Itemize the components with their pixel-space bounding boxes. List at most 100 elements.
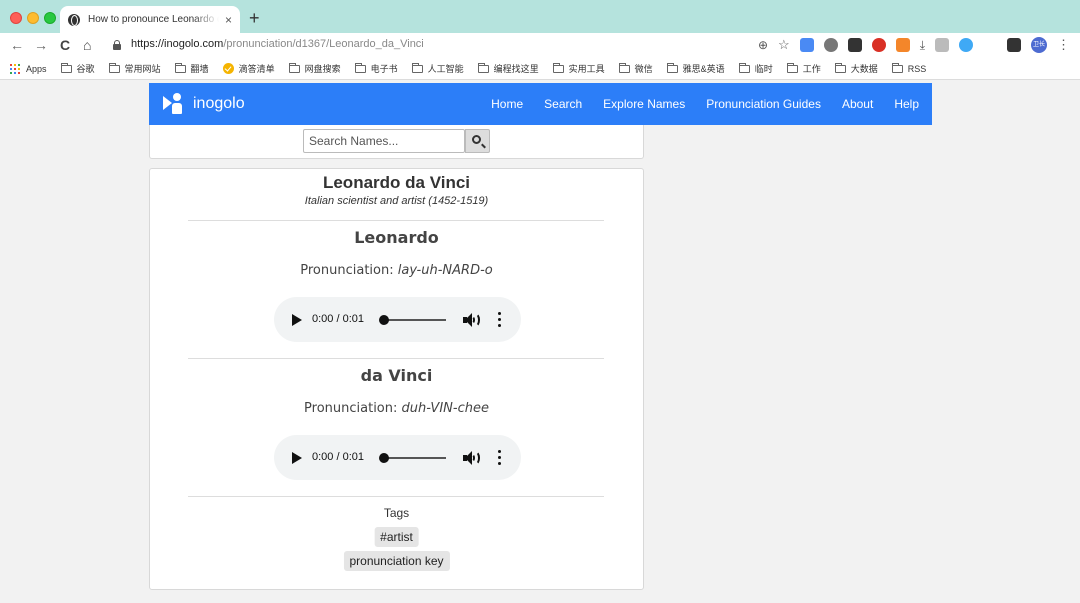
bookmark-apps[interactable]: Apps bbox=[10, 63, 47, 74]
search-button[interactable] bbox=[465, 129, 490, 153]
bookmark-label: 滴答清单 bbox=[238, 64, 275, 74]
nav-pronunciation-guides[interactable]: Pronunciation Guides bbox=[706, 97, 821, 111]
nav-home[interactable]: Home bbox=[491, 97, 523, 111]
pronunciation-card: Leonardo da Vinci Italian scientist and … bbox=[149, 168, 644, 590]
pronunciation-value: lay-uh-NARD-o bbox=[397, 263, 493, 278]
back-icon[interactable]: ← bbox=[10, 37, 24, 53]
folder-icon bbox=[738, 62, 750, 73]
home-icon[interactable]: ⌂ bbox=[83, 37, 91, 53]
url-text[interactable]: https://inogolo.com/pronunciation/d1367/… bbox=[131, 38, 424, 50]
blue-extension-icon[interactable] bbox=[959, 38, 973, 52]
folder-icon bbox=[834, 62, 846, 73]
bookmark-folder[interactable]: 微信 bbox=[618, 62, 653, 75]
bookmark-label: 实用工具 bbox=[568, 64, 605, 74]
browser-toolbar: ← → C ⌂ https://inogolo.com/pronunciatio… bbox=[0, 33, 1080, 58]
tag-artist[interactable]: #artist bbox=[374, 527, 419, 547]
bookmark-folder[interactable]: 常用网站 bbox=[108, 62, 161, 75]
profile-avatar[interactable]: 卫长 bbox=[1031, 37, 1047, 53]
folder-icon bbox=[411, 62, 423, 73]
bookmark-item[interactable]: 滴答清单 bbox=[222, 62, 275, 75]
check-circle-icon bbox=[222, 63, 234, 74]
nav-help[interactable]: Help bbox=[894, 97, 919, 111]
folder-icon bbox=[477, 62, 489, 73]
nav-explore-names[interactable]: Explore Names bbox=[603, 97, 685, 111]
bookmark-folder[interactable]: 谷歌 bbox=[60, 62, 95, 75]
zoom-icon[interactable]: ⊕ bbox=[758, 38, 768, 52]
more-options-icon[interactable] bbox=[498, 450, 502, 466]
nav-about[interactable]: About bbox=[842, 97, 873, 111]
bookmark-folder[interactable]: 人工智能 bbox=[411, 62, 464, 75]
tab-close-icon[interactable]: × bbox=[225, 13, 232, 27]
maximize-window-button[interactable] bbox=[44, 12, 56, 24]
tags-label: Tags bbox=[383, 506, 410, 520]
bookmark-folder[interactable]: 翻墙 bbox=[174, 62, 209, 75]
bookmark-folder[interactable]: 大数据 bbox=[834, 62, 878, 75]
bookmark-label: 工作 bbox=[802, 64, 821, 74]
audio-progress-thumb[interactable] bbox=[379, 453, 389, 463]
folder-icon bbox=[174, 62, 186, 73]
bookmark-label: 电子书 bbox=[370, 64, 398, 74]
person-name: Leonardo da Vinci bbox=[322, 173, 471, 192]
bookmark-label: RSS bbox=[907, 63, 927, 74]
address-bar[interactable]: https://inogolo.com/pronunciation/d1367/… bbox=[105, 35, 775, 56]
divider bbox=[188, 220, 604, 221]
bookmark-folder[interactable]: RSS bbox=[891, 62, 927, 74]
translate-extension-icon[interactable] bbox=[799, 38, 814, 52]
close-window-button[interactable] bbox=[10, 12, 22, 24]
bookmark-label: 人工智能 bbox=[427, 64, 464, 74]
pronunciation-text: Pronunciation: duh-VIN-chee bbox=[304, 401, 489, 416]
folder-icon bbox=[552, 62, 564, 73]
volume-icon[interactable] bbox=[463, 312, 481, 328]
minimize-window-button[interactable] bbox=[27, 12, 39, 24]
dark-extension-icon[interactable] bbox=[1007, 38, 1021, 52]
bookmark-folder[interactable]: 电子书 bbox=[354, 62, 398, 75]
more-options-icon[interactable] bbox=[498, 312, 502, 328]
ghost-extension-icon[interactable] bbox=[847, 38, 862, 52]
audio-time: 0:00 / 0:01 bbox=[312, 451, 364, 463]
bookmark-label: 编程找这里 bbox=[493, 64, 539, 74]
browser-menu-icon[interactable]: ⋮ bbox=[1057, 37, 1070, 53]
play-icon[interactable] bbox=[292, 452, 302, 464]
folder-icon bbox=[618, 62, 630, 73]
lock-icon[interactable] bbox=[113, 40, 121, 50]
bookmark-folder[interactable]: 工作 bbox=[786, 62, 821, 75]
folder-icon bbox=[288, 62, 300, 73]
audio-progress-thumb[interactable] bbox=[379, 315, 389, 325]
audio-time: 0:00 / 0:01 bbox=[312, 313, 364, 325]
site-logo[interactable]: inogolo bbox=[163, 93, 245, 115]
volume-icon[interactable] bbox=[463, 450, 481, 466]
inogolo-logo-icon bbox=[163, 93, 185, 115]
pronunciation-text: Pronunciation: lay-uh-NARD-o bbox=[300, 263, 493, 278]
bookmark-label: 大数据 bbox=[850, 64, 878, 74]
tab-title: How to pronounce Leonardo da Vinci bbox=[88, 14, 219, 25]
red-extension-icon[interactable] bbox=[871, 38, 886, 52]
bookmark-folder[interactable]: 实用工具 bbox=[552, 62, 605, 75]
browser-tab-active[interactable]: How to pronounce Leonardo da Vinci × bbox=[60, 6, 240, 33]
search-input[interactable] bbox=[303, 129, 465, 153]
folder-icon bbox=[786, 62, 798, 73]
grey-extension-icon[interactable] bbox=[935, 38, 949, 52]
audio-player: 0:00 / 0:01 bbox=[274, 297, 521, 342]
bookmark-folder[interactable]: 临时 bbox=[738, 62, 773, 75]
folder-icon bbox=[891, 62, 903, 73]
globe-icon bbox=[68, 13, 80, 26]
bookmark-folder[interactable]: 编程找这里 bbox=[477, 62, 539, 75]
bookmark-label: 雅思&英语 bbox=[682, 64, 725, 74]
audio-progress-track[interactable] bbox=[382, 457, 446, 459]
download-icon[interactable]: ⤓ bbox=[920, 38, 925, 53]
nav-search[interactable]: Search bbox=[544, 97, 582, 111]
umbrella-extension-icon[interactable] bbox=[823, 38, 838, 52]
search-icon bbox=[472, 135, 481, 144]
orange-extension-icon[interactable] bbox=[895, 38, 910, 52]
forward-icon[interactable]: → bbox=[34, 37, 48, 53]
folder-icon bbox=[354, 62, 366, 73]
audio-progress-track[interactable] bbox=[382, 319, 446, 321]
reload-icon[interactable]: C bbox=[60, 37, 70, 53]
cursor-extension-icon[interactable] bbox=[983, 38, 997, 52]
play-icon[interactable] bbox=[292, 314, 302, 326]
bookmark-folder[interactable]: 雅思&英语 bbox=[666, 62, 725, 75]
tag-pronunciation-key[interactable]: pronunciation key bbox=[343, 551, 450, 571]
bookmark-star-icon[interactable]: ☆ bbox=[778, 37, 790, 53]
new-tab-button[interactable]: + bbox=[249, 9, 260, 27]
bookmark-folder[interactable]: 网盘搜索 bbox=[288, 62, 341, 75]
